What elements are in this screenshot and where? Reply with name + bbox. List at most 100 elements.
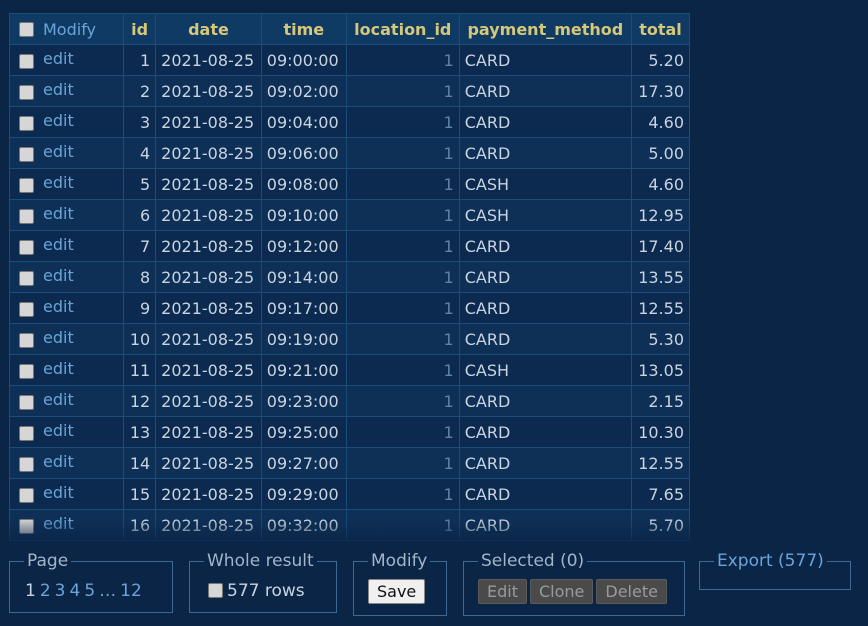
row-checkbox[interactable]	[19, 209, 34, 224]
whole-result-label: 577 rows	[227, 581, 305, 601]
cell-id: 11	[122, 354, 157, 386]
row-checkbox[interactable]	[19, 85, 34, 100]
row-checkbox[interactable]	[19, 457, 34, 472]
cell-time: 09:19:00	[260, 323, 347, 355]
cell-payment-method: CASH	[458, 199, 632, 231]
select-all-checkbox[interactable]	[19, 21, 34, 37]
row-edit-link[interactable]: edit	[43, 452, 74, 471]
row-checkbox[interactable]	[19, 240, 34, 255]
cell-id: 4	[122, 137, 157, 169]
table-row: edit 1 2021-08-25 09:00:00 1 CARD 5.20	[9, 44, 690, 76]
row-edit-link[interactable]: edit	[43, 421, 74, 440]
row-edit-link[interactable]: edit	[43, 235, 74, 254]
row-checkbox[interactable]	[19, 333, 34, 348]
cell-payment-method: CARD	[458, 75, 632, 107]
export-fieldset: Export (577)	[699, 551, 851, 590]
whole-result-checkbox[interactable]	[208, 583, 223, 598]
page-link-4[interactable]: 4	[69, 581, 80, 601]
cell-date: 2021-08-25	[155, 137, 262, 169]
column-header-location-id[interactable]: location_id	[345, 13, 460, 45]
row-edit-link[interactable]: edit	[43, 142, 74, 161]
cell-id: 12	[122, 385, 157, 417]
cell-time: 09:10:00	[260, 199, 347, 231]
column-header-id[interactable]: id	[122, 13, 157, 45]
row-checkbox[interactable]	[19, 426, 34, 441]
cell-id: 1	[122, 44, 157, 76]
cell-total: 12.95	[630, 199, 690, 231]
cell-location-id: 1	[345, 137, 460, 169]
column-header-total[interactable]: total	[630, 13, 690, 45]
cell-location-id: 1	[345, 385, 460, 417]
results-table-container[interactable]: Modify id date time location_id payment_…	[9, 13, 690, 541]
row-edit-link[interactable]: edit	[43, 514, 74, 533]
page-link-3[interactable]: 3	[55, 581, 66, 601]
row-edit-link[interactable]: edit	[43, 483, 74, 502]
row-actions-cell: edit	[9, 323, 124, 355]
row-checkbox[interactable]	[19, 395, 34, 410]
cell-date: 2021-08-25	[155, 478, 262, 510]
row-edit-link[interactable]: edit	[43, 80, 74, 99]
column-header-time[interactable]: time	[260, 13, 347, 45]
delete-selected-button[interactable]: Delete	[596, 579, 667, 604]
row-checkbox[interactable]	[19, 519, 34, 534]
cell-location-id: 1	[345, 478, 460, 510]
row-edit-link[interactable]: edit	[43, 390, 74, 409]
row-checkbox[interactable]	[19, 54, 34, 69]
selected-fieldset: Selected (0) Edit Clone Delete	[463, 551, 685, 616]
row-checkbox[interactable]	[19, 488, 34, 503]
cell-total: 7.65	[630, 478, 690, 510]
column-header-modify: Modify	[9, 13, 124, 45]
cell-date: 2021-08-25	[155, 75, 262, 107]
row-checkbox[interactable]	[19, 302, 34, 317]
modify-fieldset: Modify Save	[353, 551, 447, 616]
cell-location-id: 1	[345, 261, 460, 293]
cell-payment-method: CARD	[458, 478, 632, 510]
cell-payment-method: CASH	[458, 168, 632, 200]
row-edit-link[interactable]: edit	[43, 173, 74, 192]
column-header-payment-method[interactable]: payment_method	[458, 13, 632, 45]
row-checkbox[interactable]	[19, 271, 34, 286]
page-link-5[interactable]: 5	[84, 581, 95, 601]
cell-date: 2021-08-25	[155, 44, 262, 76]
cell-id: 10	[122, 323, 157, 355]
row-checkbox[interactable]	[19, 364, 34, 379]
cell-payment-method: CARD	[458, 261, 632, 293]
row-edit-link[interactable]: edit	[43, 49, 74, 68]
cell-time: 09:14:00	[260, 261, 347, 293]
row-actions-cell: edit	[9, 478, 124, 510]
cell-date: 2021-08-25	[155, 447, 262, 479]
row-checkbox[interactable]	[19, 147, 34, 162]
table-row: edit 3 2021-08-25 09:04:00 1 CARD 4.60	[9, 106, 690, 138]
cell-location-id: 1	[345, 323, 460, 355]
row-checkbox[interactable]	[19, 116, 34, 131]
save-button[interactable]: Save	[368, 579, 426, 604]
column-header-date[interactable]: date	[155, 13, 262, 45]
table-row: edit 2 2021-08-25 09:02:00 1 CARD 17.30	[9, 75, 690, 107]
export-link[interactable]: Export (577)	[717, 551, 824, 571]
page-link-2[interactable]: 2	[40, 581, 51, 601]
clone-selected-button[interactable]: Clone	[529, 579, 594, 604]
row-edit-link[interactable]: edit	[43, 359, 74, 378]
row-edit-link[interactable]: edit	[43, 297, 74, 316]
cell-id: 13	[122, 416, 157, 448]
row-checkbox[interactable]	[19, 178, 34, 193]
table-row: edit 8 2021-08-25 09:14:00 1 CARD 13.55	[9, 261, 690, 293]
row-edit-link[interactable]: edit	[43, 111, 74, 130]
cell-total: 12.55	[630, 447, 690, 479]
cell-date: 2021-08-25	[155, 230, 262, 262]
page-link-12[interactable]: 12	[120, 581, 142, 601]
cell-payment-method: CARD	[458, 509, 632, 541]
cell-time: 09:12:00	[260, 230, 347, 262]
row-edit-link[interactable]: edit	[43, 328, 74, 347]
cell-time: 09:29:00	[260, 478, 347, 510]
table-row: edit 11 2021-08-25 09:21:00 1 CASH 13.05	[9, 354, 690, 386]
cell-location-id: 1	[345, 168, 460, 200]
export-legend[interactable]: Export (577)	[714, 551, 827, 571]
edit-selected-button[interactable]: Edit	[478, 579, 527, 604]
row-edit-link[interactable]: edit	[43, 204, 74, 223]
column-header-modify-label: Modify	[43, 19, 97, 39]
row-edit-link[interactable]: edit	[43, 266, 74, 285]
cell-time: 09:23:00	[260, 385, 347, 417]
cell-time: 09:06:00	[260, 137, 347, 169]
cell-location-id: 1	[345, 354, 460, 386]
